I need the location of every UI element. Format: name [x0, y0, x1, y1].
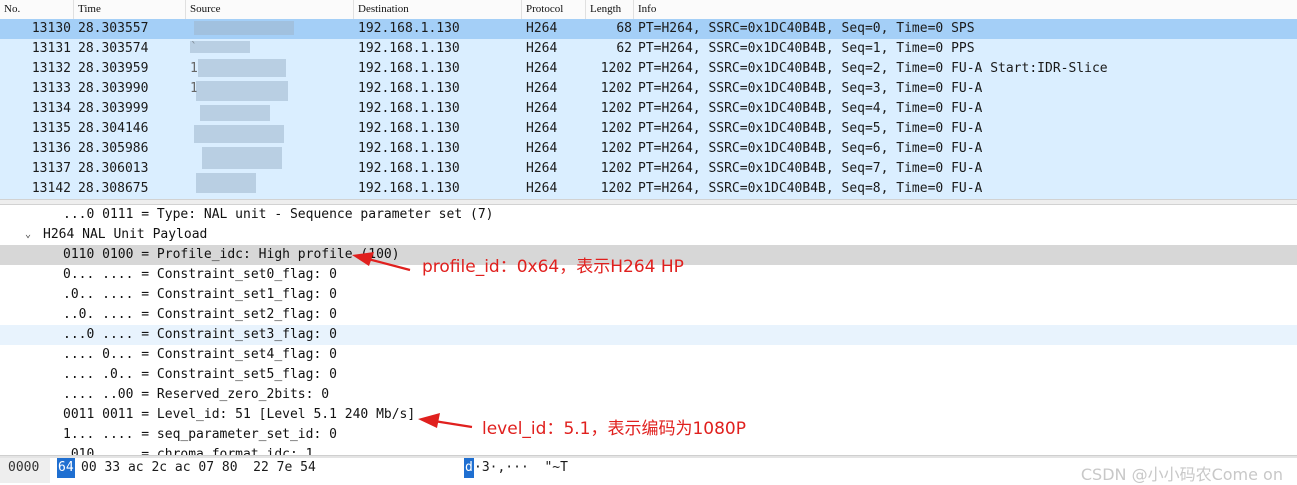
packet-cell-time: 28.306013 [78, 161, 149, 176]
column-header-destination[interactable]: Destination [354, 0, 522, 19]
packet-cell-length: 1202 [600, 161, 632, 176]
packet-cell-info: PT=H264, SSRC=0x1DC40B4B, Seq=1, Time=0 … [638, 41, 975, 56]
packet-cell-no: 13137 [31, 161, 71, 176]
bytes-ascii[interactable]: ·3·,··· "~T [474, 458, 568, 478]
packet-cell-protocol: H264 [526, 61, 558, 76]
packet-cell-destination: 192.168.1.130 [358, 161, 460, 176]
detail-row-text: H264 NAL Unit Payload [43, 227, 208, 242]
detail-row-text: .... 0... = Constraint_set4_flag: 0 [63, 347, 337, 362]
detail-row-text: 0... .... = Constraint_set0_flag: 0 [63, 267, 337, 282]
packet-cell-protocol: H264 [526, 81, 558, 96]
packet-cell-time: 28.303557 [78, 21, 149, 36]
packet-cell-info: PT=H264, SSRC=0x1DC40B4B, Seq=8, Time=0 … [638, 181, 983, 196]
detail-row-text: 0110 0100 = Profile_idc: High profile (1… [63, 247, 400, 262]
column-header-info[interactable]: Info [634, 0, 1297, 19]
chevron-down-icon[interactable]: ⌄ [25, 225, 37, 245]
detail-row[interactable]: .010 .... = chroma_format_idc: 1 [0, 445, 1297, 455]
detail-row-text: .010 .... = chroma_format_idc: 1 [63, 447, 314, 455]
bytes-selected-ascii[interactable]: d [464, 458, 474, 478]
packet-cell-info: PT=H264, SSRC=0x1DC40B4B, Seq=2, Time=0 … [638, 61, 1108, 76]
packet-cell-destination: 192.168.1.130 [358, 81, 460, 96]
packet-cell-length: 1202 [600, 101, 632, 116]
packet-cell-no: 13133 [31, 81, 71, 96]
packet-list-header: No. Time Source Destination Protocol Len… [0, 0, 1297, 20]
bytes-offset: 0000 [8, 460, 40, 475]
detail-row[interactable]: .0.. .... = Constraint_set1_flag: 0 [0, 285, 1297, 305]
packet-cell-length: 1202 [600, 81, 632, 96]
packet-cell-protocol: H264 [526, 101, 558, 116]
packet-cell-destination: 192.168.1.130 [358, 41, 460, 56]
packet-cell-no: 13130 [31, 21, 71, 36]
packet-cell-no: 13134 [31, 101, 71, 116]
detail-row-text: ...0 .... = Constraint_set3_flag: 0 [63, 327, 337, 342]
packet-cell-no: 13135 [31, 121, 71, 136]
column-header-no[interactable]: No. [0, 0, 74, 19]
packet-cell-no: 13132 [31, 61, 71, 76]
packet-cell-info: PT=H264, SSRC=0x1DC40B4B, Seq=0, Time=0 … [638, 21, 975, 36]
detail-row-text: 1... .... = seq_parameter_set_id: 0 [63, 427, 337, 442]
annotation-level: level_id：5.1，表示编码为1080P [482, 419, 746, 439]
packet-cell-length: 68 [616, 21, 632, 36]
packet-cell-length: 1202 [600, 181, 632, 196]
packet-cell-time: 28.303959 [78, 61, 149, 76]
bytes-hex[interactable]: 00 33 ac 2c ac 07 80 22 7e 54 [81, 458, 316, 478]
packet-cell-length: 1202 [600, 61, 632, 76]
packet-cell-protocol: H264 [526, 181, 558, 196]
detail-row[interactable]: .... ..00 = Reserved_zero_2bits: 0 [0, 385, 1297, 405]
annotation-profile: profile_id：0x64，表示H264 HP [422, 257, 684, 277]
column-header-source[interactable]: Source [186, 0, 354, 19]
packet-cell-time: 28.303574 [78, 41, 149, 56]
packet-cell-destination: 192.168.1.130 [358, 181, 460, 196]
detail-row-text: .... .0.. = Constraint_set5_flag: 0 [63, 367, 337, 382]
packet-cell-time: 28.304146 [78, 121, 149, 136]
packet-list[interactable]: No. Time Source Destination Protocol Len… [0, 0, 1297, 199]
packet-cell-info: PT=H264, SSRC=0x1DC40B4B, Seq=7, Time=0 … [638, 161, 983, 176]
packet-cell-no: 13131 [31, 41, 71, 56]
packet-cell-info: PT=H264, SSRC=0x1DC40B4B, Seq=6, Time=0 … [638, 141, 983, 156]
detail-row[interactable]: ..0. .... = Constraint_set2_flag: 0 [0, 305, 1297, 325]
detail-row[interactable]: ...0 .... = Constraint_set3_flag: 0 [0, 325, 1297, 345]
source-redaction-blur [190, 19, 295, 199]
detail-row-text: .... ..00 = Reserved_zero_2bits: 0 [63, 387, 330, 402]
packet-cell-time: 28.303999 [78, 101, 149, 116]
column-header-time[interactable]: Time [74, 0, 186, 19]
column-header-protocol[interactable]: Protocol [522, 0, 586, 19]
packet-cell-time: 28.303990 [78, 81, 149, 96]
packet-cell-info: PT=H264, SSRC=0x1DC40B4B, Seq=4, Time=0 … [638, 101, 983, 116]
packet-cell-time: 28.305986 [78, 141, 149, 156]
detail-row-text: .0.. .... = Constraint_set1_flag: 0 [63, 287, 337, 302]
detail-row[interactable]: .... .0.. = Constraint_set5_flag: 0 [0, 365, 1297, 385]
packet-cell-protocol: H264 [526, 141, 558, 156]
packet-cell-destination: 192.168.1.130 [358, 141, 460, 156]
packet-cell-protocol: H264 [526, 121, 558, 136]
packet-cell-no: 13142 [31, 181, 71, 196]
detail-row[interactable]: .... 0... = Constraint_set4_flag: 0 [0, 345, 1297, 365]
packet-cell-protocol: H264 [526, 161, 558, 176]
packet-cell-time: 28.308675 [78, 181, 149, 196]
packet-cell-length: 1202 [600, 141, 632, 156]
packet-cell-destination: 192.168.1.130 [358, 101, 460, 116]
packet-cell-protocol: H264 [526, 21, 558, 36]
packet-cell-destination: 192.168.1.130 [358, 61, 460, 76]
detail-row-text: 0011 0011 = Level_id: 51 [Level 5.1 240 … [63, 407, 416, 422]
packet-cell-info: PT=H264, SSRC=0x1DC40B4B, Seq=3, Time=0 … [638, 81, 983, 96]
column-header-length[interactable]: Length [586, 0, 634, 19]
packet-cell-length: 62 [616, 41, 632, 56]
detail-row[interactable]: ⌄ H264 NAL Unit Payload [0, 225, 1297, 245]
packet-cell-destination: 192.168.1.130 [358, 21, 460, 36]
packet-cell-info: PT=H264, SSRC=0x1DC40B4B, Seq=5, Time=0 … [638, 121, 983, 136]
detail-row-text: ...0 0111 = Type: NAL unit - Sequence pa… [63, 207, 494, 222]
detail-row[interactable]: ...0 0111 = Type: NAL unit - Sequence pa… [0, 205, 1297, 225]
packet-cell-destination: 192.168.1.130 [358, 121, 460, 136]
packet-cell-length: 1202 [600, 121, 632, 136]
detail-row-text: ..0. .... = Constraint_set2_flag: 0 [63, 307, 337, 322]
watermark: CSDN @小小码农Come on [1080, 465, 1283, 484]
bytes-selected-hex[interactable]: 64 [57, 458, 75, 478]
packet-cell-no: 13136 [31, 141, 71, 156]
packet-cell-protocol: H264 [526, 41, 558, 56]
